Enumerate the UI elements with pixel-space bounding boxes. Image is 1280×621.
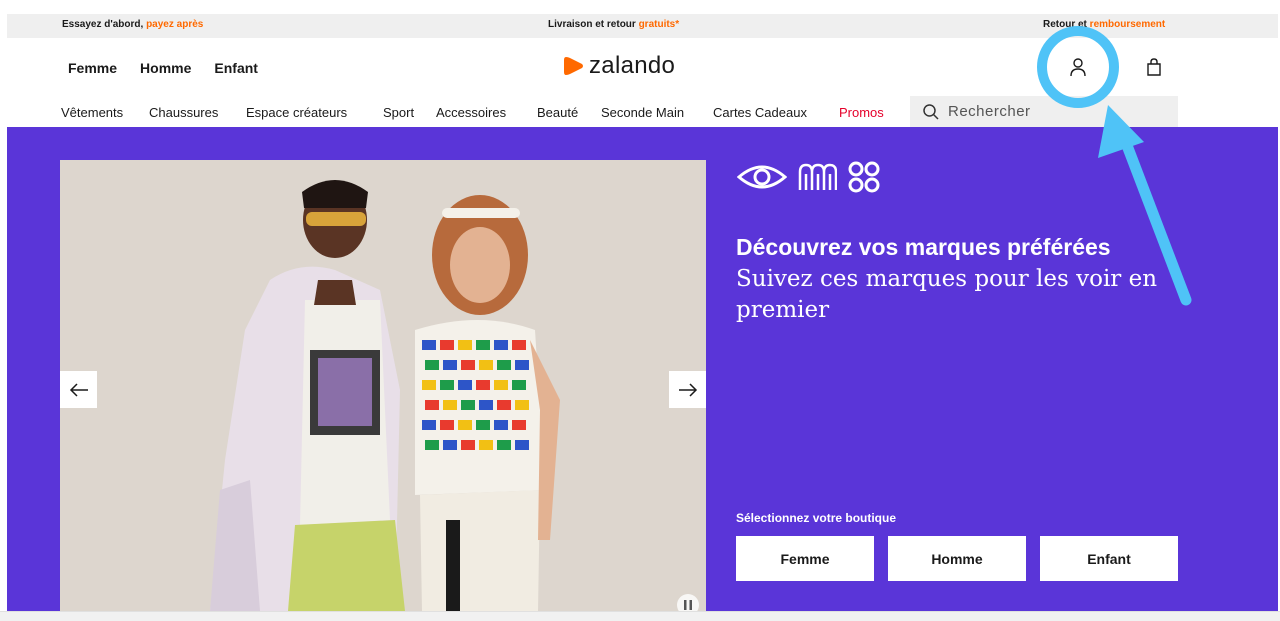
promo-refund-link[interactable]: remboursement <box>1090 19 1166 30</box>
arrow-left-icon <box>69 382 88 397</box>
arrow-right-icon <box>678 382 697 397</box>
account-button[interactable] <box>1061 52 1095 82</box>
shop-select-label: Sélectionnez votre boutique <box>736 511 897 525</box>
cat-cartes-cadeaux[interactable]: Cartes Cadeaux <box>713 105 807 120</box>
promo-free-delivery[interactable]: Livraison et retour gratuits* <box>548 19 679 30</box>
hero-subtitle: Suivez ces marques pour les voir en prem… <box>736 266 1158 323</box>
hero-models-image <box>60 160 706 611</box>
cat-chaussures[interactable]: Chaussures <box>149 105 218 120</box>
page-frame: Essayez d'abord, payez après Livraison e… <box>0 0 1280 621</box>
frame-top-margin <box>0 0 1280 14</box>
pause-icon <box>684 600 692 610</box>
cat-vetements[interactable]: Vêtements <box>61 105 123 120</box>
carousel-pause-button[interactable] <box>677 594 699 611</box>
carousel-prev-button[interactable] <box>60 371 97 408</box>
shopping-bag-icon <box>1147 58 1161 76</box>
user-icon <box>1070 58 1086 77</box>
hero-photo[interactable] <box>60 160 706 611</box>
promo-bar: Essayez d'abord, payez après Livraison e… <box>7 14 1278 38</box>
wave-icon <box>798 163 837 190</box>
cat-sport[interactable]: Sport <box>383 105 414 120</box>
shop-enfant-button[interactable]: Enfant <box>1040 536 1178 581</box>
search-input[interactable]: Rechercher <box>910 96 1178 127</box>
promo-returns-text: Retour et <box>1043 19 1090 30</box>
promo-free-link[interactable]: gratuits* <box>639 19 680 30</box>
promo-try-first-text: Essayez d'abord, <box>62 19 147 30</box>
gender-nav: Femme Homme Enfant <box>68 60 258 76</box>
gender-nav-homme[interactable]: Homme <box>140 60 191 76</box>
cat-seconde-main[interactable]: Seconde Main <box>601 105 684 120</box>
site-header: Femme Homme Enfant zalando <box>7 38 1278 96</box>
carousel-next-button[interactable] <box>669 371 706 408</box>
cat-beaute[interactable]: Beauté <box>537 105 578 120</box>
cat-accessoires[interactable]: Accessoires <box>436 105 506 120</box>
logo-text: zalando <box>589 52 676 79</box>
frame-bottom-margin <box>0 611 1280 621</box>
shopping-bag-button[interactable] <box>1140 53 1168 81</box>
gender-nav-enfant[interactable]: Enfant <box>214 60 258 76</box>
shop-femme-button[interactable]: Femme <box>736 536 874 581</box>
hero-banner: Découvrez vos marques préférées Suivez c… <box>7 127 1278 611</box>
hero-title: Découvrez vos marques préférées <box>736 234 1111 260</box>
brand-icons <box>737 160 881 194</box>
dots-grid-icon <box>848 161 880 193</box>
category-nav: Vêtements Chaussures Espace créateurs Sp… <box>7 96 1278 127</box>
gender-nav-femme[interactable]: Femme <box>68 60 117 76</box>
promo-try-first[interactable]: Essayez d'abord, payez après <box>62 19 203 30</box>
promo-returns[interactable]: Retour et remboursement <box>1043 19 1165 30</box>
cat-promos[interactable]: Promos <box>839 105 884 120</box>
cat-espace-createurs[interactable]: Espace créateurs <box>246 105 347 120</box>
eye-icon <box>737 165 787 189</box>
promo-pay-later-link[interactable]: payez après <box>146 19 203 30</box>
zalando-logo-icon <box>564 57 583 75</box>
search-placeholder: Rechercher <box>948 103 1031 120</box>
shop-homme-button[interactable]: Homme <box>888 536 1026 581</box>
promo-delivery-text: Livraison et retour <box>548 19 639 30</box>
zalando-logo[interactable]: zalando <box>563 52 675 80</box>
search-icon <box>923 103 939 120</box>
